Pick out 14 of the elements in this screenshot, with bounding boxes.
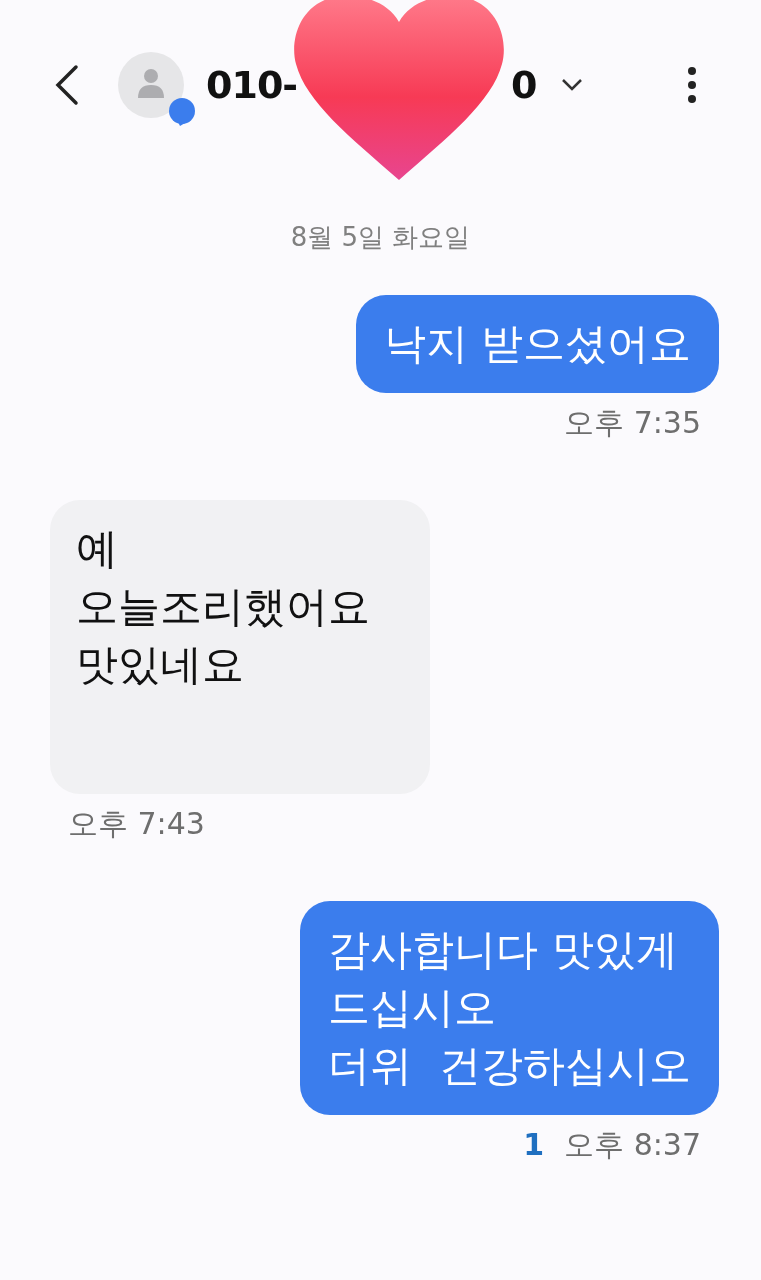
message-time: 오후 7:35 [564,404,701,442]
message-time: 오후 8:37 [564,1126,701,1164]
message-time: 오후 7:43 [68,805,205,843]
unread-count: 1 [523,1127,545,1162]
contact-number[interactable]: 010- [206,63,298,107]
caret-icon[interactable] [560,78,583,92]
more-icon[interactable] [687,66,697,104]
message-bubble: 감사합니다 맛있게 드십시오 더위 건강하십시오 [300,901,719,1115]
chat-bubble-icon [168,98,196,126]
message-bubble: 낙지 받으셨어요 [355,295,719,393]
avatar-icon[interactable] [118,52,184,118]
date-divider: 8월 5일 화요일 [290,221,471,254]
message-bubble: 예 오늘조리했어요 맛있네요 [50,500,430,794]
contact-number[interactable]: 0 [511,63,537,107]
